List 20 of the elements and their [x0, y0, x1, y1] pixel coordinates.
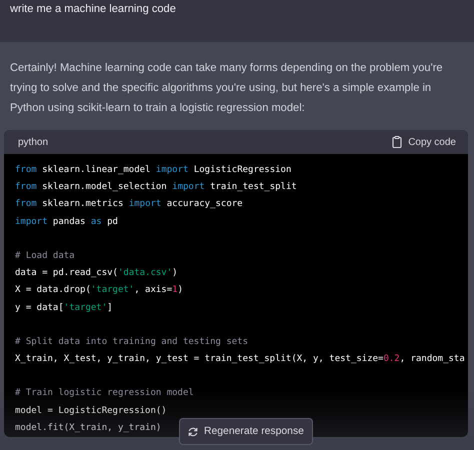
code-line: data = pd.read_csv('data.csv') [15, 267, 178, 280]
code-line: # Split data into training and testing sets [15, 336, 248, 349]
refresh-icon [188, 426, 198, 436]
clipboard-icon [392, 136, 402, 148]
copy-code-button[interactable]: Copy code [392, 136, 456, 148]
code-line: from sklearn.metrics import accuracy_score [15, 198, 243, 212]
language-label: python [18, 136, 48, 148]
code-line: # Train logistic regression model [15, 387, 194, 400]
code-line: import pandas as pd [15, 216, 118, 229]
code-line: model = LogisticRegression() [15, 404, 167, 418]
code-line: from sklearn.model_selection import train_test_split [15, 181, 297, 194]
code-line: X = data.drop('target', axis=1) [15, 284, 183, 298]
user-message: write me a machine learning code [10, 2, 177, 17]
assistant-message: Certainly! Machine learning code can take many forms depending on the problem you're trying to solve and the specific algorithms you're using, but here's a simple example in Python using scikit-learn to train a logistic regression model: [9, 61, 444, 116]
code-line: X_train, X_test, y_train, y_test = train_test_split(X, y, test_size=0.2, random_sta [15, 353, 465, 366]
code-line: from sklearn.linear_model import LogisticRegression [15, 164, 292, 177]
code-line: model.fit(X_train, y_train) [15, 422, 162, 435]
code-line: # Load data [15, 250, 75, 263]
regenerate-response-button[interactable]: Regenerate response [179, 418, 313, 445]
code-line: y = data['target'] [15, 302, 113, 314]
